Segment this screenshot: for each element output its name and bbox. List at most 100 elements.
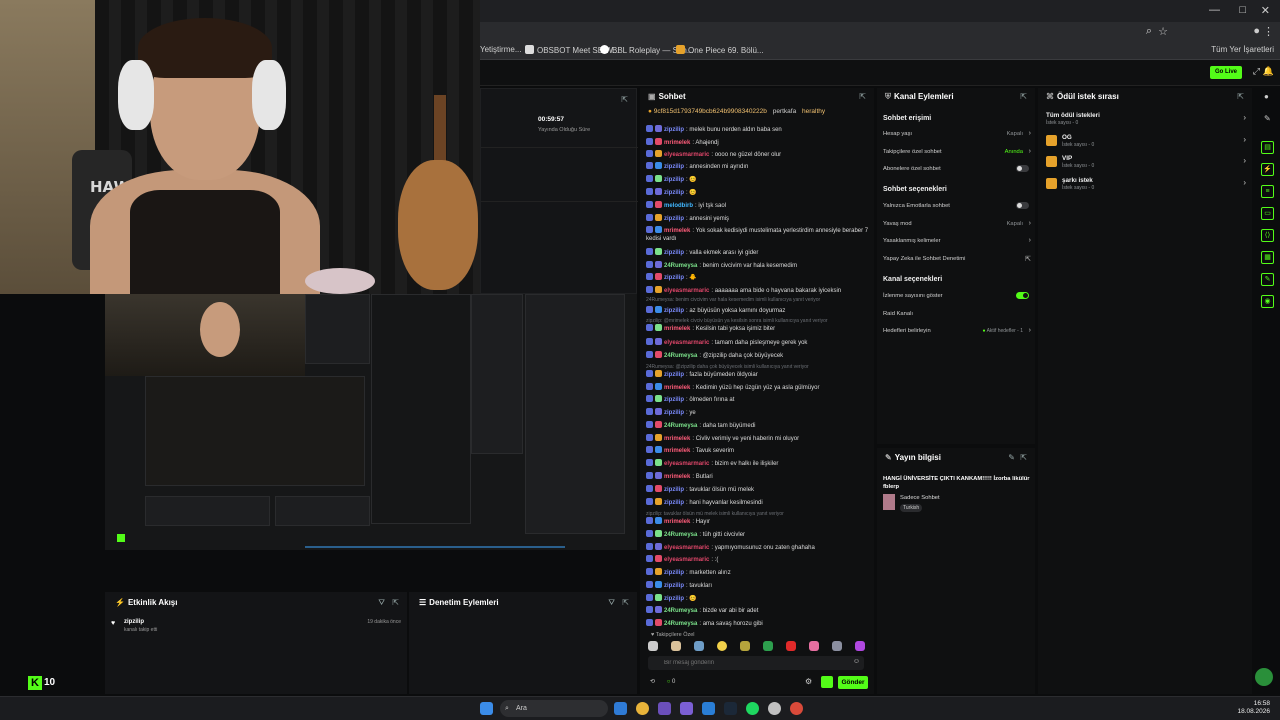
profile-icon[interactable]: ● [1253,25,1260,37]
chat-username[interactable]: zipzilip [664,570,684,576]
pinned-user[interactable]: 9cf815d1793749bcb624b9908340222b [654,108,767,115]
reward-item-og[interactable]: OG İstek sayısı - 0 › [1046,133,1246,151]
chat-username[interactable]: 24Rumeysa [664,263,697,269]
chat-username[interactable]: elyeasmarmaric [664,557,709,563]
emote-icon[interactable] [809,641,819,651]
emotes-only-toggle[interactable] [1016,202,1029,209]
send-button[interactable]: Gönder [838,676,868,689]
steam-icon[interactable] [724,702,737,715]
edge-icon[interactable] [614,702,627,715]
chat-username[interactable]: mrimelek [664,436,690,442]
settings-icon[interactable]: ⚙ [805,677,812,686]
set-goals-row[interactable]: Hedefleri belirleyin ● Aktif hedefler - 1… [883,327,1031,338]
chat-emote-button[interactable] [821,676,833,688]
chat-username[interactable]: elyeasmarmaric [664,152,709,158]
windows-start-icon[interactable] [480,702,493,715]
chat-username[interactable]: 24Rumeysa [664,423,697,429]
bookmark-4[interactable]: One Piece 69. Bölü... [676,45,764,55]
maximize-icon[interactable]: □ [1239,4,1246,16]
chat-input[interactable] [648,656,828,670]
emote-icon[interactable] [740,641,750,651]
app-icon[interactable] [658,702,671,715]
chat-username[interactable]: 24Rumeysa [664,353,697,359]
edit-layout-icon[interactable]: ✎ [1264,114,1271,123]
chat-username[interactable]: elyeasmarmaric [664,288,709,294]
chat-username[interactable]: mrimelek [664,448,690,454]
go-live-button[interactable]: Go Live [1209,66,1242,79]
filter-icon[interactable]: ⛛ [378,598,385,608]
info-icon[interactable]: ● [1264,92,1269,101]
search-icon[interactable]: ⌕ [1146,25,1152,38]
users-widget-icon[interactable]: ◉ [1261,295,1274,308]
taskbar-search[interactable]: ⌕ Ara [500,700,608,717]
emote-icon[interactable] [832,641,842,651]
chat-username[interactable]: 24Rumeysa [664,532,697,538]
chat-username[interactable]: zipzilip [664,177,684,183]
chat-username[interactable]: mrimelek [664,326,690,332]
obs-icon[interactable] [768,702,781,715]
raid-row[interactable]: Raid Kanalı [883,311,1031,321]
close-icon[interactable]: ✕ [1261,4,1270,17]
emote-icon[interactable] [671,641,681,651]
code-widget-icon[interactable]: ⟨⟩ [1261,229,1274,242]
explorer-icon[interactable] [702,702,715,715]
reward-item-all[interactable]: Tüm ödül istekleri İstek sayısı - 0 › [1046,111,1246,129]
popout-icon[interactable]: ⇱ [621,95,628,104]
chat-username[interactable]: zipzilip [664,164,684,170]
chat-username[interactable]: zipzilip [664,487,684,493]
emote-icon[interactable] [855,641,865,651]
popout-icon[interactable]: ⇱ [622,598,629,607]
event-user[interactable]: zipzilip [124,619,144,625]
edit-icon[interactable]: ✎ [1008,453,1015,462]
filter-icon[interactable]: ⛛ [608,598,615,608]
chat-username[interactable]: mrimelek [664,385,690,391]
chat-username[interactable]: 24Rumeysa [664,621,697,627]
chat-username[interactable]: zipzilip [664,216,684,222]
chat-widget-icon[interactable]: ▤ [1261,141,1274,154]
list-widget-icon[interactable]: ≡ [1261,185,1274,198]
chat-username[interactable]: zipzilip [664,583,684,589]
chat-username[interactable]: melodbirb [664,203,693,209]
pinned-user-3[interactable]: heralthy [802,108,825,115]
emote-icon[interactable] [694,641,704,651]
chat-username[interactable]: mrimelek [664,228,690,234]
chat-username[interactable]: elyeasmarmaric [664,545,709,551]
chat-username[interactable]: zipzilip [664,372,684,378]
system-clock[interactable]: 16:58 18.08.2026 [1237,700,1270,716]
chat-username[interactable]: zipzilip [664,190,684,196]
chat-username[interactable]: 24Rumeysa [664,608,697,614]
notification-icon[interactable]: 🔔 [1263,66,1274,77]
emote-icon[interactable] [717,641,727,651]
expand-icon[interactable]: ⤢ [1253,66,1260,77]
emote-icon[interactable] [763,641,773,651]
popout-icon[interactable]: ⇱ [1020,92,1027,101]
subscribers-chat-toggle[interactable] [1016,165,1029,172]
chat-username[interactable]: mrimelek [664,140,690,146]
star-icon[interactable]: ☆ [1158,25,1168,38]
emoji-icon[interactable]: ☺ [853,658,860,665]
chat-username[interactable]: zipzilip [664,397,684,403]
chat-username[interactable]: mrimelek [664,519,690,525]
chat-username[interactable]: zipzilip [664,127,684,133]
tools-widget-icon[interactable]: ✎ [1261,273,1274,286]
chat-username[interactable]: zipzilip [664,410,684,416]
popout-icon[interactable]: ⇱ [1237,92,1244,101]
bookmark-1[interactable]: Yetiştirme... [480,45,522,54]
followers-chat-row[interactable]: Takipçilere özel sohbet Anında › [883,148,1031,159]
actions-widget-icon[interactable]: ⚡ [1261,163,1274,176]
ai-moderation-row[interactable]: Yapay Zeka ile Sohbet Denetimi ⇱ [883,256,1031,266]
app-icon-2[interactable] [790,702,803,715]
chat-username[interactable]: mrimelek [664,474,690,480]
popout-icon[interactable]: ⇱ [392,598,399,607]
menu-icon[interactable]: ⋮ [1263,25,1274,38]
show-viewers-toggle[interactable] [1016,292,1029,299]
monitor-widget-icon[interactable]: ▭ [1261,207,1274,220]
emote-icon[interactable] [648,641,658,651]
slow-mode-row[interactable]: Yavaş mod Kapalı › [883,220,1031,231]
reward-item-vip[interactable]: VIP İstek sayısı - 0 › [1046,154,1246,172]
chat-username[interactable]: zipzilip [664,275,684,281]
reward-item-song[interactable]: şarkı istek İstek sayısı - 0 › [1046,176,1246,194]
chrome-icon[interactable] [636,702,649,715]
help-chat-icon[interactable] [1255,668,1273,686]
chat-username[interactable]: elyeasmarmaric [664,461,709,467]
